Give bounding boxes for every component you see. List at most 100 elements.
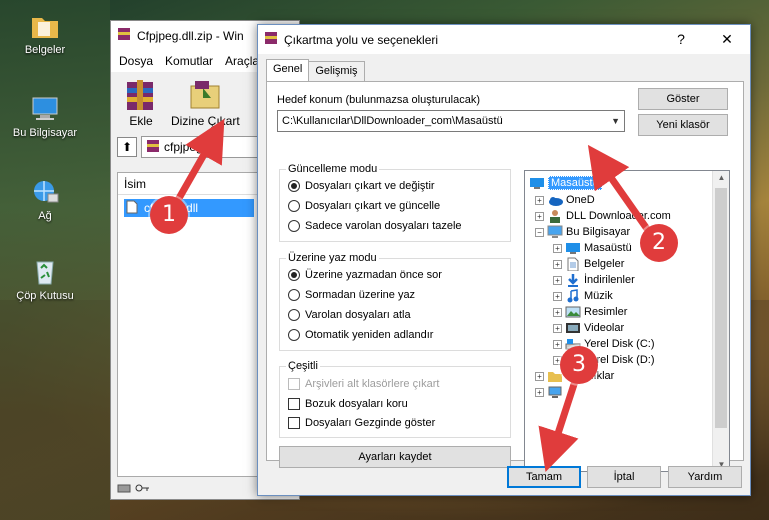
desktop-icon-recycle-bin[interactable]: Çöp Kutusu bbox=[6, 258, 84, 302]
overwrite-mode-option[interactable]: Varolan dosyaları atla bbox=[288, 309, 411, 321]
desktop-icon-this-pc[interactable]: Bu Bilgisayar bbox=[6, 95, 84, 139]
checkbox[interactable] bbox=[288, 417, 300, 429]
dialog-titlebar[interactable]: Çıkartma yolu ve seçenekleri ? ✕ bbox=[258, 25, 750, 54]
dll-file-icon bbox=[126, 200, 138, 217]
help-button[interactable]: Yardım bbox=[668, 466, 742, 488]
tree-node-label: Müzik bbox=[584, 290, 613, 302]
desktop-icon-documents[interactable]: Belgeler bbox=[6, 12, 84, 56]
save-settings-button[interactable]: Ayarları kaydet bbox=[279, 446, 511, 468]
dialog-tabs: Genel Gelişmiş bbox=[266, 59, 365, 81]
option-label: Dosyaları Gezginde göster bbox=[305, 417, 436, 429]
destination-path-combo[interactable]: C:\Kullanıcılar\DllDownloader_com\Masaüs… bbox=[277, 110, 625, 132]
add-archive-icon bbox=[121, 78, 161, 112]
tree-node-label: Masaüstü bbox=[584, 242, 632, 254]
expand-icon[interactable]: + bbox=[553, 243, 562, 253]
expand-icon[interactable]: + bbox=[553, 259, 562, 269]
tree-node-onedrive[interactable]: + OneD bbox=[535, 192, 595, 208]
folder-tree[interactable]: Masaüstü + OneD + DLL Downloader.com − B… bbox=[524, 170, 730, 472]
tree-node-label: Resimler bbox=[584, 306, 628, 318]
step-badge-1: 1 bbox=[150, 196, 188, 234]
expand-icon[interactable]: + bbox=[553, 323, 562, 333]
update-mode-option[interactable]: Sadece varolan dosyaları tazele bbox=[288, 220, 462, 232]
close-button[interactable]: ✕ bbox=[704, 25, 750, 54]
videos-icon bbox=[566, 323, 580, 333]
expand-icon[interactable]: + bbox=[535, 387, 544, 397]
update-mode-option[interactable]: Dosyaları çıkart ve güncelle bbox=[288, 200, 440, 212]
expand-icon[interactable]: + bbox=[535, 371, 544, 381]
menu-tools[interactable]: Araçla bbox=[225, 54, 259, 68]
radio-button[interactable] bbox=[288, 180, 300, 192]
tab-general[interactable]: Genel bbox=[266, 59, 310, 81]
tree-node-label: Videolar bbox=[584, 322, 625, 334]
computer-icon bbox=[547, 225, 563, 238]
radio-button[interactable] bbox=[288, 269, 300, 281]
recycle-bin-icon bbox=[30, 258, 60, 286]
expand-icon[interactable]: + bbox=[535, 211, 544, 221]
documents-icon bbox=[567, 257, 579, 271]
winrar-app-icon bbox=[117, 27, 131, 44]
overwrite-mode-option[interactable]: Üzerine yazmadan önce sor bbox=[288, 269, 442, 281]
add-button[interactable]: Ekle bbox=[121, 78, 161, 128]
tree-node-label: İndirilenler bbox=[584, 274, 635, 286]
folder-icon bbox=[30, 12, 60, 40]
drive-key-icon bbox=[117, 482, 151, 497]
tree-scrollbar[interactable]: ▲ ▼ bbox=[712, 171, 729, 471]
up-folder-button[interactable]: ⬆ bbox=[117, 137, 137, 157]
overwrite-mode-title: Üzerine yaz modu bbox=[286, 252, 379, 264]
expand-icon[interactable]: + bbox=[535, 195, 544, 205]
new-folder-button[interactable]: Yeni klasör bbox=[638, 114, 728, 136]
extract-folder-icon bbox=[185, 78, 225, 112]
expand-icon[interactable]: + bbox=[553, 307, 562, 317]
expand-icon[interactable]: + bbox=[553, 339, 562, 349]
tree-node-desktop-sub[interactable]: + Masaüstü bbox=[553, 240, 632, 256]
option-label: Dosyaları çıkart ve değiştir bbox=[305, 180, 435, 192]
checkbox[interactable] bbox=[288, 398, 300, 410]
update-mode-title: Güncelleme modu bbox=[286, 163, 380, 175]
radio-button[interactable] bbox=[288, 329, 300, 341]
radio-button[interactable] bbox=[288, 309, 300, 321]
show-in-explorer-option[interactable]: Dosyaları Gezginde göster bbox=[288, 417, 435, 429]
expand-icon[interactable]: + bbox=[553, 291, 562, 301]
desktop-icon-label: Belgeler bbox=[24, 44, 66, 56]
overwrite-mode-option[interactable]: Otomatik yeniden adlandır bbox=[288, 329, 433, 341]
step-badge-2: 2 bbox=[640, 224, 678, 262]
extract-to-subfolders-option: Arşivleri alt klasörlere çıkart bbox=[288, 378, 439, 390]
tree-node-network[interactable]: + bbox=[535, 384, 566, 400]
file-row[interactable]: cfpjpeg.dll bbox=[124, 199, 254, 217]
collapse-icon[interactable]: − bbox=[535, 227, 544, 237]
option-label: Üzerine yazmadan önce sor bbox=[305, 269, 442, 281]
tree-node-documents[interactable]: + Belgeler bbox=[553, 256, 624, 272]
computer-icon bbox=[30, 95, 60, 123]
menu-file[interactable]: Dosya bbox=[119, 54, 153, 68]
help-title-button[interactable]: ? bbox=[658, 25, 704, 54]
tree-node-pictures[interactable]: + Resimler bbox=[553, 304, 627, 320]
radio-button[interactable] bbox=[288, 289, 300, 301]
tab-advanced[interactable]: Gelişmiş bbox=[308, 61, 365, 81]
add-button-label: Ekle bbox=[129, 114, 153, 128]
tree-node-this-pc[interactable]: − Bu Bilgisayar bbox=[535, 224, 630, 240]
expand-icon[interactable]: + bbox=[553, 275, 562, 285]
tree-node-label: Masaüstü bbox=[548, 176, 602, 190]
menu-commands[interactable]: Komutlar bbox=[165, 54, 213, 68]
tree-node-music[interactable]: + Müzik bbox=[553, 288, 613, 304]
ok-button[interactable]: Tamam bbox=[507, 466, 581, 488]
keep-broken-files-option[interactable]: Bozuk dosyaları koru bbox=[288, 398, 408, 410]
desktop-icon-network[interactable]: Ağ bbox=[6, 178, 84, 222]
option-label: Sormadan üzerine yaz bbox=[305, 289, 416, 301]
destination-path-value: C:\Kullanıcılar\DllDownloader_com\Masaüs… bbox=[282, 115, 503, 127]
extract-to-button[interactable]: Dizine Çıkart bbox=[171, 78, 240, 128]
extract-options-dialog: Çıkartma yolu ve seçenekleri ? ✕ Genel G… bbox=[257, 24, 751, 496]
radio-button[interactable] bbox=[288, 220, 300, 232]
chevron-down-icon[interactable]: ▼ bbox=[611, 111, 620, 131]
tree-node-downloads[interactable]: + İndirilenler bbox=[553, 272, 635, 288]
overwrite-mode-option[interactable]: Sormadan üzerine yaz bbox=[288, 289, 415, 301]
tree-node-videos[interactable]: + Videolar bbox=[553, 320, 624, 336]
cancel-button[interactable]: İptal bbox=[587, 466, 661, 488]
tree-node-user[interactable]: + DLL Downloader.com bbox=[535, 208, 671, 224]
tree-node-desktop[interactable]: Masaüstü bbox=[529, 175, 602, 191]
update-mode-option[interactable]: Dosyaları çıkart ve değiştir bbox=[288, 180, 435, 192]
radio-button[interactable] bbox=[288, 200, 300, 212]
scroll-up-icon[interactable]: ▲ bbox=[713, 173, 729, 182]
show-button[interactable]: Göster bbox=[638, 88, 728, 110]
scrollbar-thumb[interactable] bbox=[715, 188, 727, 428]
